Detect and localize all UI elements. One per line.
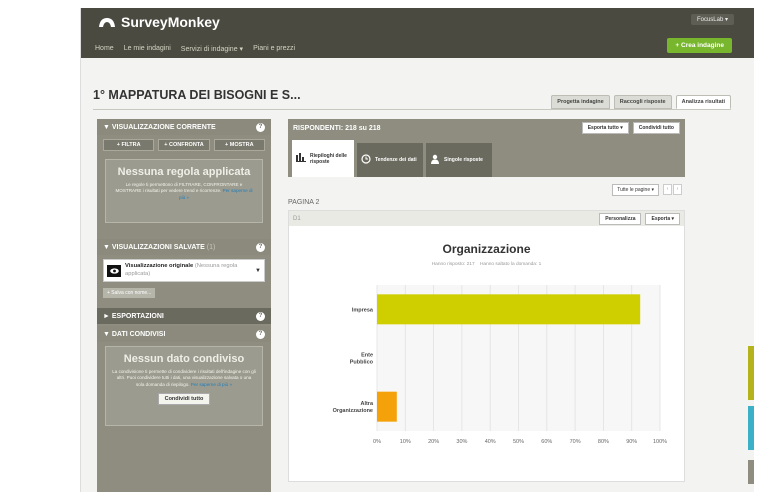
- tab-label: Riepiloghi delle risposte: [310, 152, 347, 165]
- divider: [93, 109, 731, 110]
- results-panel: RISPONDENTI: 218 su 218 Esporta tutto ▾ …: [288, 119, 685, 492]
- x-tick-label: 10%: [400, 439, 411, 445]
- exports-header[interactable]: ► ESPORTAZIONI ?: [97, 308, 271, 325]
- export-all-button[interactable]: Esporta tutto ▾: [581, 122, 629, 134]
- x-tick-label: 50%: [513, 439, 524, 445]
- x-tick-label: 20%: [428, 439, 439, 445]
- help-icon[interactable]: ?: [256, 329, 265, 339]
- category-label: Pubblico: [350, 360, 374, 366]
- learn-more-link[interactable]: Per saperne di più »: [191, 382, 232, 387]
- chevron-down-icon[interactable]: ▼: [255, 268, 261, 274]
- help-icon[interactable]: ?: [256, 311, 265, 321]
- eye-icon: [107, 264, 121, 277]
- show-button[interactable]: + MOSTRA: [213, 139, 265, 151]
- side-feedback-tab-gray[interactable]: [748, 460, 754, 484]
- no-shared-data-box: Nessun dato condiviso La condivisione ti…: [105, 346, 263, 427]
- bar: [377, 294, 641, 325]
- saved-views-count: (1): [206, 243, 216, 251]
- browser-viewport: SurveyMonkey Home Le mie indagini Serviz…: [80, 8, 754, 492]
- x-tick-label: 40%: [485, 439, 496, 445]
- x-tick-label: 100%: [653, 439, 667, 445]
- prev-page-icon[interactable]: ‹: [663, 184, 672, 195]
- tab-response-summaries[interactable]: Riepiloghi delle risposte: [292, 140, 354, 177]
- bar: [377, 391, 397, 422]
- no-shared-title: Nessun dato condiviso: [123, 353, 245, 366]
- results-subtabs: Riepiloghi delle risposte Tendenze dei d…: [288, 137, 685, 177]
- tab-data-trends[interactable]: Tendenze dei dati: [357, 143, 423, 177]
- side-feedback-tab-blue[interactable]: [748, 406, 754, 450]
- share-all-results-button[interactable]: Condividi tutto: [632, 122, 680, 134]
- shared-data-title: ▼ DATI CONDIVISI: [103, 330, 166, 338]
- category-label: Altra: [360, 401, 373, 407]
- tab-design[interactable]: Progetta indagine: [551, 95, 610, 109]
- brand-name: SurveyMonkey: [121, 14, 220, 30]
- nav-my-surveys[interactable]: Le mie indagini: [124, 45, 171, 53]
- rule-buttons: + FILTRA + CONFRONTA + MOSTRA: [97, 135, 271, 155]
- saved-view-title: Visualizzazione originale: [125, 263, 194, 269]
- saved-view-item[interactable]: Visualizzazione originale (Nessuna regol…: [103, 259, 265, 283]
- x-tick-label: 60%: [541, 439, 552, 445]
- tab-individual-responses[interactable]: Singole risposte: [426, 143, 492, 177]
- x-tick-label: 30%: [456, 439, 467, 445]
- current-view-header[interactable]: ▼ VISUALIZZAZIONE CORRENTE ?: [97, 119, 271, 135]
- x-tick-label: 90%: [626, 439, 637, 445]
- x-tick-label: 80%: [598, 439, 609, 445]
- all-pages-dropdown[interactable]: Tutte le pagine ▾: [612, 184, 659, 196]
- create-survey-button[interactable]: + Crea indagine: [667, 38, 732, 53]
- main-nav: Home Le mie indagini Servizi di indagine…: [95, 45, 295, 53]
- no-rules-title: Nessuna regola applicata: [117, 166, 251, 178]
- x-tick-label: 0%: [373, 439, 381, 445]
- no-rules-box: Nessuna regola applicata Le regole ti pe…: [105, 159, 263, 223]
- tab-analyze[interactable]: Analizza risultati: [675, 95, 731, 109]
- person-icon: [430, 154, 440, 167]
- page-title: 1° MAPPATURA DEI BISOGNI E S...: [93, 88, 301, 102]
- saved-views-header[interactable]: ▼ VISUALIZZAZIONI SALVATE (1) ?: [97, 239, 271, 255]
- shared-data-header[interactable]: ▼ DATI CONDIVISI ?: [97, 326, 271, 343]
- save-as-button[interactable]: + Salva con nome...: [103, 288, 156, 299]
- saved-views-title: ▼ VISUALIZZAZIONI SALVATE: [103, 243, 205, 251]
- brand-logo[interactable]: SurveyMonkey: [97, 14, 220, 30]
- bar-chart: 0% 10% 20% 30% 40% 50% 60% 70% 80% 90% 100% Impresa…: [333, 285, 667, 445]
- top-header: SurveyMonkey Home Le mie indagini Serviz…: [81, 8, 754, 58]
- nav-plans-pricing[interactable]: Piani e prezzi: [253, 45, 295, 53]
- monkey-logo-icon: [99, 18, 115, 27]
- next-page-icon[interactable]: ›: [673, 184, 682, 195]
- side-feedback-tab-green[interactable]: [748, 346, 754, 400]
- account-menu[interactable]: FocusLab ▾: [690, 14, 734, 25]
- tab-label: Singole risposte: [444, 157, 483, 163]
- no-shared-text: La condivisione ti permette di condivide…: [112, 369, 256, 387]
- nav-home[interactable]: Home: [95, 45, 114, 53]
- help-icon[interactable]: ?: [256, 122, 265, 132]
- exports-title: ► ESPORTAZIONI: [103, 312, 164, 320]
- category-label: Impresa: [352, 307, 374, 313]
- category-label: Ente: [361, 353, 373, 359]
- bar-chart-icon: [296, 152, 306, 165]
- current-view-title: ▼ VISUALIZZAZIONE CORRENTE: [103, 123, 216, 131]
- x-tick-label: 70%: [570, 439, 581, 445]
- page-selector-bar: Tutte le pagine ▾ ‹ ›: [288, 177, 685, 201]
- question-card: D1 Personalizza Esporta ▾ Organizzazione…: [288, 210, 685, 482]
- respondents-bar: RISPONDENTI: 218 su 218 Esporta tutto ▾ …: [288, 119, 685, 137]
- respondents-count: RISPONDENTI: 218 su 218: [293, 124, 381, 132]
- tab-label: Tendenze dei dati: [375, 157, 417, 163]
- compare-button[interactable]: + CONFRONTA: [158, 139, 210, 151]
- left-sidebar: ▼ VISUALIZZAZIONE CORRENTE ? + FILTRA + …: [97, 119, 271, 492]
- clock-icon: [361, 153, 371, 167]
- filter-button[interactable]: + FILTRA: [103, 139, 155, 151]
- survey-tabs: Progetta indagine Raccogli risposte Anal…: [551, 95, 731, 109]
- category-label: Organizzazione: [333, 408, 373, 414]
- share-all-button[interactable]: Condividi tutto: [157, 393, 211, 406]
- tab-collect[interactable]: Raccogli risposte: [613, 95, 672, 109]
- nav-survey-services[interactable]: Servizi di indagine ▾: [181, 45, 243, 53]
- help-icon[interactable]: ?: [256, 242, 265, 252]
